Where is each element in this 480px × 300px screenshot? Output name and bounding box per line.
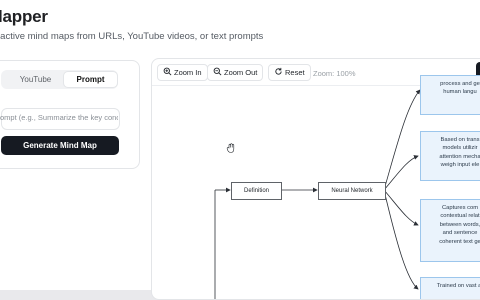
leaf-node[interactable]: process and ge human langu bbox=[420, 75, 480, 115]
zoom-out-icon bbox=[213, 67, 222, 76]
leaf-text: between words, bbox=[439, 221, 480, 228]
zoom-out-button[interactable]: Zoom Out bbox=[207, 64, 264, 81]
leaf-text: human langu bbox=[443, 89, 477, 96]
zoom-in-button[interactable]: Zoom In bbox=[157, 64, 208, 81]
reset-label: Reset bbox=[285, 68, 305, 77]
leaf-node[interactable]: Captures com contextual relat between wo… bbox=[420, 199, 480, 262]
app-title: lapper bbox=[0, 7, 48, 26]
prompt-placeholder: ompt (e.g., Summarize the key concep bbox=[0, 113, 118, 122]
leaf-text: and sentence bbox=[442, 230, 478, 237]
mind-map-canvas[interactable]: Zoom In Zoom Out Reset Zoom: 100% Defini… bbox=[151, 58, 480, 300]
node-neural-network[interactable]: Neural Network bbox=[318, 182, 386, 200]
mind-map-edges bbox=[214, 89, 421, 299]
reset-icon bbox=[275, 67, 282, 75]
node-definition[interactable]: Definition bbox=[231, 182, 282, 200]
reset-button[interactable]: Reset bbox=[268, 64, 311, 81]
leaf-text: weigh input ele bbox=[440, 162, 480, 169]
leaf-text: coherent text ge bbox=[439, 238, 480, 245]
leaf-text: models utilizir bbox=[442, 145, 478, 152]
hand-cursor-icon bbox=[226, 143, 235, 153]
zoom-in-icon bbox=[163, 67, 172, 76]
leaf-text: process and ge bbox=[440, 81, 480, 87]
leaf-node[interactable]: Trained on vast ar bbox=[420, 277, 480, 299]
generate-mind-map-button[interactable]: Generate Mind Map bbox=[1, 136, 119, 155]
prompt-input[interactable]: ompt (e.g., Summarize the key concep bbox=[0, 108, 120, 130]
leaf-text: Captures com bbox=[441, 205, 479, 211]
leaf-text: Based on trans bbox=[440, 137, 480, 143]
zoom-out-label: Zoom Out bbox=[224, 68, 258, 77]
app-subtitle: ractive mind maps from URLs, YouTube vid… bbox=[0, 31, 264, 42]
leaf-text: contextual relat bbox=[440, 213, 480, 220]
leaf-node[interactable]: Based on trans models utilizir attention… bbox=[420, 131, 480, 181]
tab-prompt[interactable]: Prompt bbox=[64, 72, 117, 87]
leaf-text: attention mecha bbox=[439, 153, 480, 160]
leaf-text: Trained on vast ar bbox=[436, 283, 480, 289]
tab-youtube[interactable]: YouTube bbox=[3, 72, 68, 87]
input-panel: YouTube Prompt ompt (e.g., Summarize the… bbox=[0, 60, 140, 169]
zoom-level: Zoom: 100% bbox=[313, 69, 356, 78]
zoom-in-label: Zoom In bbox=[174, 68, 202, 77]
source-tabs: YouTube Prompt bbox=[1, 70, 118, 89]
